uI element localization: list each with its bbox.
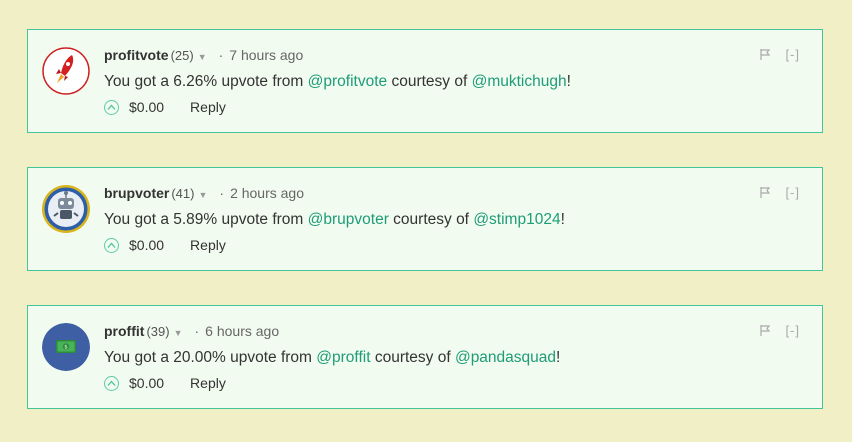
avatar[interactable]	[42, 47, 90, 95]
collapse-button[interactable]: [-]	[785, 185, 800, 200]
author-reputation: (39)	[146, 324, 170, 339]
reply-link[interactable]: Reply	[190, 99, 226, 115]
chevron-down-icon[interactable]: ▼	[198, 52, 207, 62]
comment-footer: $0.00 Reply	[104, 237, 226, 253]
upvote-button[interactable]	[104, 375, 119, 391]
avatar[interactable]	[42, 185, 90, 233]
upvote-button[interactable]	[104, 237, 119, 253]
flag-icon[interactable]	[759, 324, 771, 337]
comment-text: !	[556, 349, 561, 366]
red-rocket-icon	[42, 47, 90, 95]
mention-link[interactable]: @stimp1024	[473, 211, 560, 228]
chevron-up-icon	[107, 242, 116, 248]
collapse-button[interactable]: [-]	[785, 47, 800, 62]
comment-text: courtesy of	[387, 73, 472, 90]
upvote-button[interactable]	[104, 99, 119, 115]
comment-text: courtesy of	[370, 349, 455, 366]
comment-tools: [-]	[759, 47, 800, 62]
timestamp[interactable]: 7 hours ago	[229, 47, 303, 63]
chevron-down-icon[interactable]: ▼	[174, 328, 183, 338]
collapse-button[interactable]: [-]	[785, 323, 800, 338]
timestamp[interactable]: 6 hours ago	[205, 323, 279, 339]
separator-dot: ·	[218, 47, 224, 63]
flag-icon[interactable]	[759, 48, 771, 61]
comment-tools: [-]	[759, 323, 800, 338]
svg-text:$: $	[64, 345, 68, 351]
chevron-up-icon	[107, 380, 116, 386]
comment-text: !	[560, 211, 565, 228]
payout-value[interactable]: $0.00	[129, 237, 164, 253]
chevron-down-icon[interactable]: ▼	[198, 190, 207, 200]
comment-card: $ proffit (39) ▼ · 6 hours ago You got a…	[27, 305, 823, 409]
author-name[interactable]: brupvoter	[104, 185, 169, 201]
mention-link[interactable]: @pandasquad	[455, 349, 556, 366]
comment-header: brupvoter (41) ▼ · 2 hours ago	[104, 185, 304, 201]
comment-text: You got a 20.00% upvote from	[104, 349, 317, 366]
reply-link[interactable]: Reply	[190, 237, 226, 253]
robot-icon	[42, 185, 90, 233]
chevron-up-icon	[107, 104, 116, 110]
separator-dot: ·	[219, 185, 225, 201]
timestamp[interactable]: 2 hours ago	[230, 185, 304, 201]
comment-header: proffit (39) ▼ · 6 hours ago	[104, 323, 279, 339]
comment-card: profitvote (25) ▼ · 7 hours ago You got …	[27, 29, 823, 133]
payout-value[interactable]: $0.00	[129, 99, 164, 115]
comment-header: profitvote (25) ▼ · 7 hours ago	[104, 47, 303, 63]
mention-link[interactable]: @muktichugh	[472, 73, 567, 90]
comment-text: You got a 5.89% upvote from	[104, 211, 308, 228]
comment-tools: [-]	[759, 185, 800, 200]
mention-link[interactable]: @proffit	[316, 349, 370, 366]
comment-body: You got a 6.26% upvote from @profitvote …	[104, 73, 571, 91]
mention-link[interactable]: @brupvoter	[308, 211, 389, 228]
separator-dot: ·	[194, 323, 200, 339]
author-name[interactable]: profitvote	[104, 47, 169, 63]
comment-card: brupvoter (41) ▼ · 2 hours ago You got a…	[27, 167, 823, 271]
money-icon: $	[42, 323, 90, 371]
comment-text: courtesy of	[388, 211, 474, 228]
mention-link[interactable]: @profitvote	[308, 73, 388, 90]
comment-body: You got a 20.00% upvote from @proffit co…	[104, 349, 560, 367]
comment-footer: $0.00 Reply	[104, 99, 226, 115]
author-reputation: (25)	[170, 48, 194, 63]
comment-footer: $0.00 Reply	[104, 375, 226, 391]
author-reputation: (41)	[171, 186, 195, 201]
comment-body: You got a 5.89% upvote from @brupvoter c…	[104, 211, 565, 229]
payout-value[interactable]: $0.00	[129, 375, 164, 391]
comment-text: You got a 6.26% upvote from	[104, 73, 308, 90]
avatar[interactable]: $	[42, 323, 90, 371]
flag-icon[interactable]	[759, 186, 771, 199]
reply-link[interactable]: Reply	[190, 375, 226, 391]
comment-text: !	[566, 73, 571, 90]
author-name[interactable]: proffit	[104, 323, 144, 339]
